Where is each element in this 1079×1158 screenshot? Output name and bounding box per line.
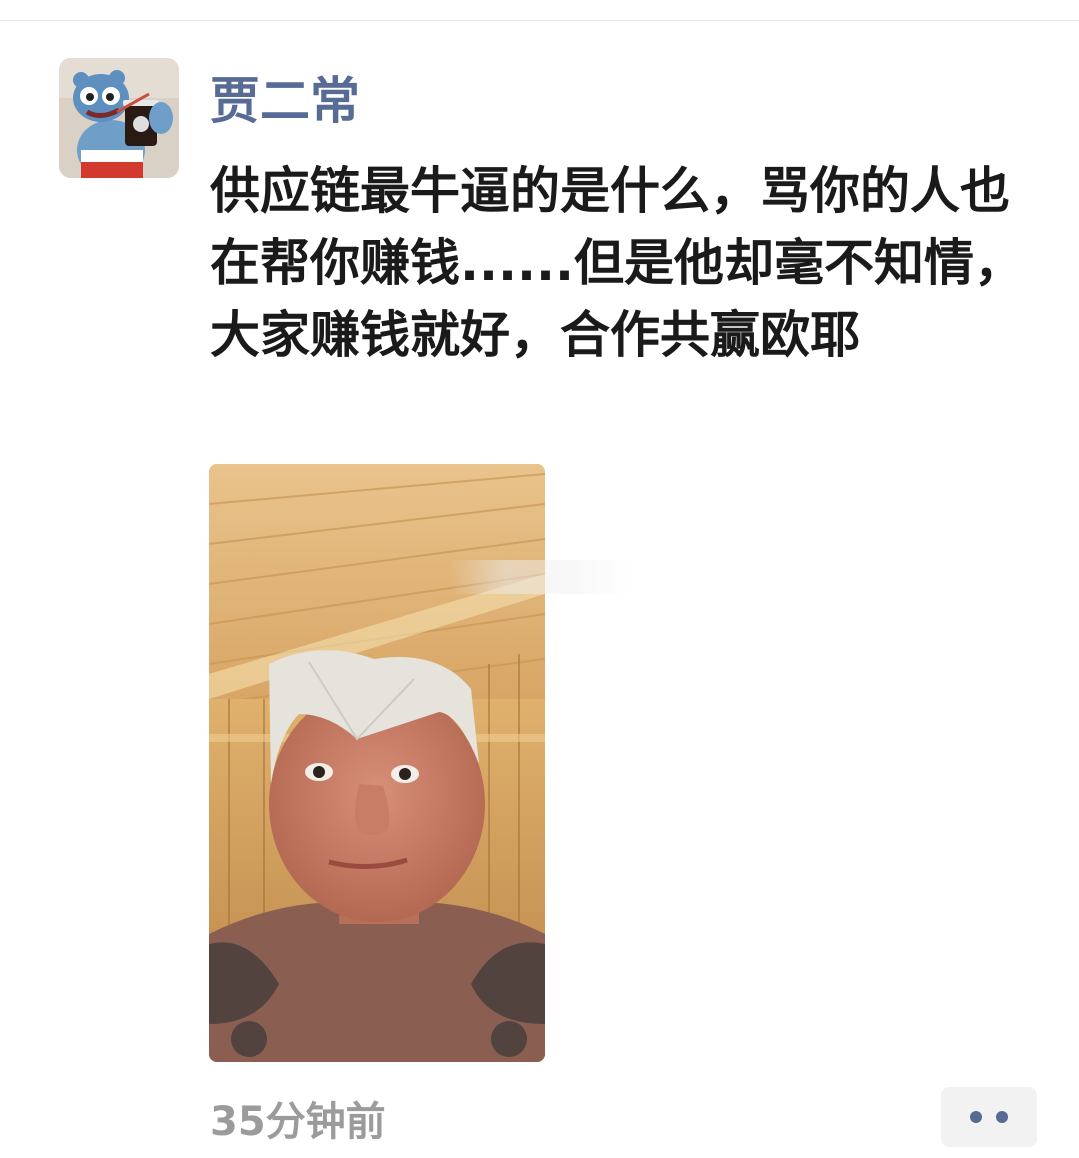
post-photo[interactable] xyxy=(209,464,545,1062)
author-avatar[interactable] xyxy=(59,58,179,178)
top-divider xyxy=(0,20,1079,21)
selfie-photo-image xyxy=(209,464,545,1062)
cartoon-mascot-avatar-icon xyxy=(59,58,179,178)
post-text: 供应链最牛逼的是什么，骂你的人也在帮你赚钱......但是他却毫不知情，大家赚钱… xyxy=(210,162,1024,364)
author-name[interactable]: 贾二常 xyxy=(210,66,360,136)
post-timestamp: 35分钟前 xyxy=(210,1099,386,1145)
blurred-watermark xyxy=(450,560,630,594)
more-dots-icon xyxy=(996,1111,1008,1123)
more-dots-icon xyxy=(970,1111,982,1123)
more-actions-button[interactable] xyxy=(941,1087,1037,1147)
